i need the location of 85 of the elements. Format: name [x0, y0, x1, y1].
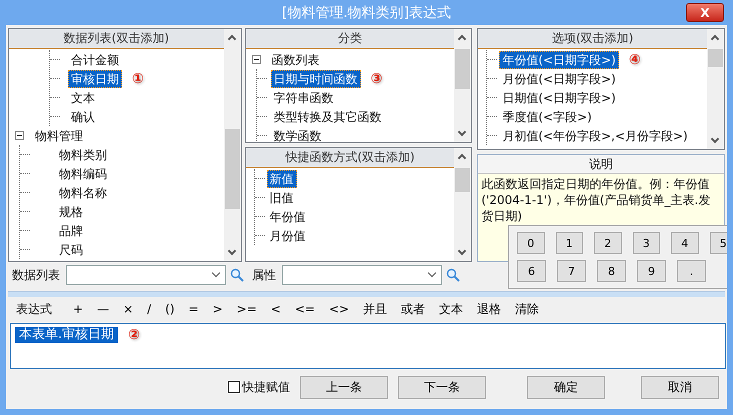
- tree-item[interactable]: 月份值: [266, 226, 309, 244]
- tree-item[interactable]: 年份值: [266, 208, 309, 226]
- dropdown-field[interactable]: [282, 265, 442, 285]
- operator-button[interactable]: 或者: [394, 299, 432, 319]
- operator-button[interactable]: <=: [288, 299, 322, 319]
- tree-item[interactable]: 合计金额: [68, 50, 122, 68]
- operator-button[interactable]: /: [140, 299, 158, 319]
- description-text: 此函数返回指定日期的年份值。例：年份值('2004-1-1')，年份值(产品销货单_主表.发货日期): [480, 176, 712, 225]
- operator-button[interactable]: (): [158, 299, 182, 319]
- toolbar-label: 表达式: [16, 300, 52, 318]
- tree-item[interactable]: 月初值(<年份字段>,<月份字段>): [499, 126, 691, 144]
- tree-item[interactable]: 物料管理: [32, 126, 86, 144]
- window-title: [物料管理.物料类别]表达式: [282, 4, 452, 22]
- tree-item[interactable]: 确认: [68, 108, 98, 126]
- field-label: 属性: [252, 266, 276, 284]
- collapse-icon[interactable]: [15, 131, 24, 140]
- tree-item[interactable]: 审核日期: [68, 70, 122, 88]
- tree-item[interactable]: 旧值: [266, 188, 297, 206]
- panel-header: 快捷函数方式(双击添加): [246, 148, 454, 168]
- key-button[interactable]: 7: [557, 260, 586, 282]
- key-button[interactable]: 3: [632, 232, 660, 254]
- tree-item[interactable]: 类型转换及其它函数: [270, 108, 385, 126]
- panel-header: 说明: [478, 155, 724, 174]
- dialog-button[interactable]: 确定: [527, 376, 605, 398]
- operator-button[interactable]: >: [206, 299, 230, 319]
- operator-button[interactable]: +: [66, 299, 90, 319]
- operator-button[interactable]: <: [264, 299, 288, 319]
- nav-button[interactable]: 上一条: [300, 376, 388, 398]
- annotation-marker: ②: [128, 327, 140, 343]
- key-button[interactable]: .: [677, 260, 706, 282]
- tree-item[interactable]: 季度值(<字段>): [499, 108, 595, 126]
- annotation-marker: ①: [132, 70, 144, 86]
- tree-item[interactable]: 函数列表: [268, 50, 323, 68]
- scrollbar[interactable]: [454, 29, 472, 142]
- scrollbar[interactable]: [224, 29, 241, 261]
- tree-item[interactable]: 物料类别: [56, 146, 110, 164]
- dropdown-field[interactable]: [66, 265, 226, 285]
- key-button[interactable]: 0: [517, 232, 544, 254]
- tree-item[interactable]: 新值: [266, 170, 297, 188]
- operator-button[interactable]: 清除: [508, 299, 546, 319]
- tree-item[interactable]: 数学函数: [270, 126, 325, 142]
- key-button[interactable]: 5: [710, 232, 727, 254]
- close-button[interactable]: X: [686, 3, 724, 22]
- tree-item[interactable]: 物料编码: [56, 164, 110, 182]
- tree-item[interactable]: 文本: [68, 88, 98, 106]
- nav-button[interactable]: 下一条: [398, 376, 486, 398]
- tree-item[interactable]: 日期与时间函数: [270, 70, 361, 88]
- expression-field[interactable]: 本表单.审核日期 ②: [10, 323, 726, 369]
- splitter-handle[interactable]: [8, 291, 725, 297]
- annotation-marker: ④: [628, 52, 641, 68]
- collapse-icon[interactable]: [252, 55, 261, 64]
- scrollbar[interactable]: [454, 148, 472, 261]
- panel-header: 分类: [246, 29, 454, 49]
- key-button[interactable]: 8: [597, 260, 626, 282]
- key-button[interactable]: 6: [517, 260, 546, 282]
- key-button[interactable]: 2: [594, 232, 622, 254]
- tree-item[interactable]: 日期值(<日期字段>): [499, 88, 619, 106]
- operator-button[interactable]: <>: [322, 299, 356, 319]
- tree-item[interactable]: 月份值(<日期字段>): [499, 70, 619, 88]
- dialog-button[interactable]: 取消: [641, 376, 719, 398]
- panel-header: 数据列表(双击添加): [9, 29, 224, 49]
- operator-button[interactable]: 文本: [432, 299, 470, 319]
- operator-button[interactable]: =: [182, 299, 206, 319]
- tree-item[interactable]: 物料名称: [56, 184, 110, 202]
- checkbox[interactable]: 快捷赋值: [228, 378, 290, 396]
- operator-button[interactable]: 并且: [356, 299, 394, 319]
- tree-item[interactable]: 尺码: [56, 240, 86, 258]
- search-icon[interactable]: [230, 268, 244, 282]
- operator-button[interactable]: >=: [230, 299, 264, 319]
- key-button[interactable]: 1: [556, 232, 583, 254]
- panel-header: 选项(双击添加): [478, 29, 707, 49]
- operator-button[interactable]: ×: [116, 299, 140, 319]
- annotation-marker: ③: [370, 70, 383, 86]
- operator-button[interactable]: 退格: [470, 299, 508, 319]
- operator-button[interactable]: —: [90, 299, 116, 319]
- tree-item[interactable]: 年份值(<日期字段>): [499, 50, 619, 68]
- key-button[interactable]: 9: [637, 260, 666, 282]
- tree-item[interactable]: 规格: [56, 202, 86, 220]
- tree-item[interactable]: 字符串函数: [270, 88, 337, 106]
- key-button[interactable]: 4: [671, 232, 698, 254]
- expression-text: 本表单.审核日期: [15, 327, 118, 343]
- scrollbar[interactable]: [707, 29, 724, 149]
- search-icon[interactable]: [446, 268, 460, 282]
- field-label: 数据列表: [12, 266, 60, 284]
- tree-item[interactable]: 品牌: [56, 222, 86, 240]
